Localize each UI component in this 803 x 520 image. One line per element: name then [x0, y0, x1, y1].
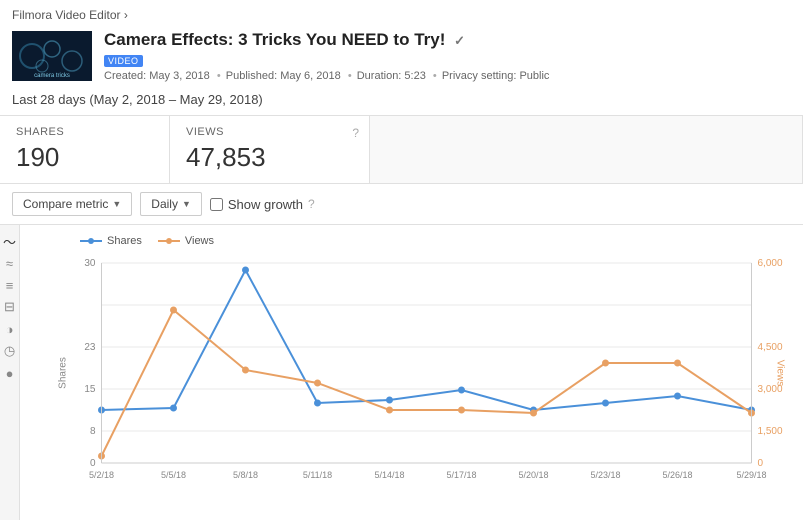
legend-views: Views [158, 235, 214, 247]
svg-text:30: 30 [84, 258, 96, 269]
nav-icon-pie[interactable]: ◑ [2, 321, 18, 337]
caret-icon: ▼ [112, 199, 121, 209]
svg-text:5/23/18: 5/23/18 [590, 470, 620, 480]
svg-text:5/17/18: 5/17/18 [446, 470, 476, 480]
svg-text:0: 0 [758, 458, 764, 469]
chart-legend: Shares Views [30, 235, 803, 253]
show-growth-text: Show growth [228, 197, 303, 212]
views-value: 47,853 [186, 142, 353, 173]
empty-metric [370, 116, 803, 183]
legend-shares-label: Shares [107, 235, 142, 247]
svg-text:0: 0 [90, 458, 96, 469]
daily-dropdown[interactable]: Daily ▼ [140, 192, 202, 216]
video-meta: Created: May 3, 2018 • Published: May 6,… [104, 70, 551, 82]
nav-icon-trend[interactable]: ≈ [2, 255, 18, 271]
svg-text:5/26/18: 5/26/18 [662, 470, 692, 480]
nav-icon-person[interactable]: ● [2, 365, 18, 381]
caret-icon-2: ▼ [182, 199, 191, 209]
nav-icon-line-chart[interactable]: 〜 [2, 233, 18, 249]
nav-icon-bar[interactable]: ≡ [2, 277, 18, 293]
chart-area: Shares Views 0 8 15 [20, 225, 803, 520]
svg-text:5/2/18: 5/2/18 [89, 470, 114, 480]
verified-icon: ✓ [454, 33, 465, 48]
svg-text:Views: Views [775, 360, 786, 387]
views-metric: ? VIEWS 47,853 [170, 116, 370, 183]
nav-icon-table[interactable]: ⊟ [2, 299, 18, 315]
shares-label: SHARES [16, 126, 153, 138]
date-range: Last 28 days (May 2, 2018 – May 29, 2018… [0, 88, 803, 115]
shares-metric: SHARES 190 [0, 116, 170, 183]
breadcrumb: Filmora Video Editor › [12, 8, 128, 22]
nav-icon-clock[interactable]: ◷ [2, 343, 18, 359]
svg-text:5/29/18: 5/29/18 [736, 470, 766, 480]
help-icon[interactable]: ? [308, 197, 315, 211]
svg-text:5/20/18: 5/20/18 [518, 470, 548, 480]
svg-text:23: 23 [84, 342, 96, 353]
shares-value: 190 [16, 142, 153, 173]
video-thumbnail: camera tricks [12, 31, 92, 81]
compare-metric-dropdown[interactable]: Compare metric ▼ [12, 192, 132, 216]
show-growth-checkbox[interactable] [210, 198, 223, 211]
svg-text:6,000: 6,000 [758, 258, 783, 269]
views-label: VIEWS [186, 126, 353, 138]
chart-section: 〜 ≈ ≡ ⊟ ◑ ◷ ● Shares Views [0, 225, 803, 520]
show-growth-label[interactable]: Show growth ? [210, 197, 315, 212]
legend-views-label: Views [185, 235, 214, 247]
svg-text:5/5/18: 5/5/18 [161, 470, 186, 480]
legend-shares: Shares [80, 235, 142, 247]
video-details: Camera Effects: 3 Tricks You NEED to Try… [104, 30, 551, 82]
svg-text:15: 15 [84, 384, 96, 395]
video-info-section: camera tricks Camera Effects: 3 Tricks Y… [0, 26, 803, 88]
video-title: Camera Effects: 3 Tricks You NEED to Try… [104, 30, 551, 50]
svg-text:5/8/18: 5/8/18 [233, 470, 258, 480]
chart-wrapper: 0 8 15 23 30 0 1,500 3,000 4,500 6,000 S… [30, 253, 803, 483]
metrics-row: SHARES 190 ? VIEWS 47,853 [0, 115, 803, 184]
svg-text:4,500: 4,500 [758, 342, 783, 353]
svg-text:8: 8 [90, 426, 96, 437]
svg-text:1,500: 1,500 [758, 426, 783, 437]
svg-text:camera tricks: camera tricks [34, 73, 70, 79]
svg-text:5/11/18: 5/11/18 [303, 470, 332, 480]
chart-svg: 0 8 15 23 30 0 1,500 3,000 4,500 6,000 S… [30, 253, 803, 483]
sidebar-nav: 〜 ≈ ≡ ⊟ ◑ ◷ ● [0, 225, 20, 520]
video-badge: VIDEO [104, 55, 143, 67]
svg-text:Shares: Shares [58, 357, 69, 389]
svg-text:5/14/18: 5/14/18 [374, 470, 404, 480]
info-icon[interactable]: ? [352, 126, 359, 140]
controls-row: Compare metric ▼ Daily ▼ Show growth ? [0, 184, 803, 225]
